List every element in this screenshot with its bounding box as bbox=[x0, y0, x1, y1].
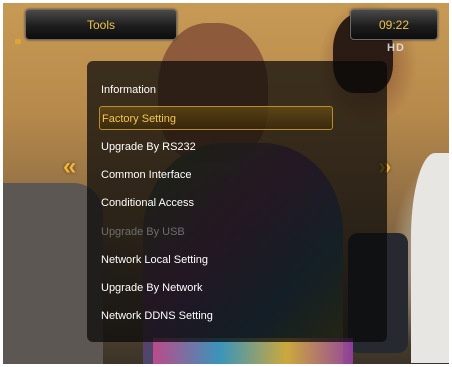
menu-item-label: Factory Setting bbox=[102, 113, 176, 125]
background-person-shirt bbox=[411, 153, 449, 363]
hd-badge-icon: HD bbox=[387, 42, 405, 54]
menu-item-upgrade-by-rs232[interactable]: Upgrade By RS232 bbox=[101, 135, 331, 159]
tv-screen: Tools 09:22 HD « » Information Factory S… bbox=[3, 3, 449, 364]
menu-item-conditional-access[interactable]: Conditional Access bbox=[101, 191, 331, 215]
menu-item-label: Upgrade By USB bbox=[101, 226, 185, 238]
menu-item-label: Conditional Access bbox=[101, 197, 194, 209]
clock-time: 09:22 bbox=[378, 17, 410, 32]
menu-item-label: Network DDNS Setting bbox=[101, 310, 213, 322]
double-chevron-left-icon[interactable]: « bbox=[63, 153, 76, 181]
menu-item-label: Information bbox=[101, 84, 157, 96]
page-title: Tools bbox=[86, 17, 115, 32]
menu-item-factory-setting[interactable]: Factory Setting bbox=[99, 106, 333, 130]
menu-item-common-interface[interactable]: Common Interface bbox=[101, 163, 331, 187]
tools-menu: Information Factory Setting Upgrade By R… bbox=[87, 61, 387, 342]
menu-item-network-ddns-setting[interactable]: Network DDNS Setting bbox=[101, 304, 331, 328]
menu-item-upgrade-by-usb: Upgrade By USB bbox=[101, 220, 331, 244]
page-title-box: Tools bbox=[25, 9, 177, 40]
menu-item-label: Upgrade By Network bbox=[101, 282, 203, 294]
menu-item-label: Upgrade By RS232 bbox=[101, 141, 196, 153]
menu-item-information[interactable]: Information bbox=[101, 78, 331, 102]
clock-box: 09:22 bbox=[350, 9, 438, 40]
menu-item-label: Network Local Setting bbox=[101, 254, 208, 266]
menu-item-upgrade-by-network[interactable]: Upgrade By Network bbox=[101, 276, 331, 300]
menu-item-network-local-setting[interactable]: Network Local Setting bbox=[101, 248, 331, 272]
menu-item-label: Common Interface bbox=[101, 169, 192, 181]
tools-icon bbox=[15, 39, 21, 44]
